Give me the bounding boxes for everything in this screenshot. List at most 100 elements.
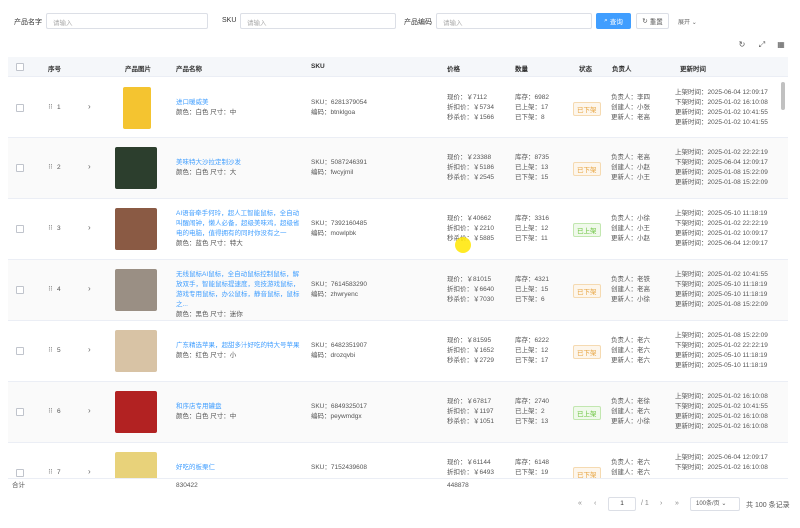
query-button[interactable]: ⌕ 查询 [596, 13, 631, 29]
row-checkbox[interactable] [16, 408, 24, 416]
product-name-input[interactable]: 请输入 [46, 13, 208, 29]
update-time: 更新时间：2025-05-10 11:18:19 [675, 291, 768, 298]
listed-count: 已下架：19 [515, 469, 549, 476]
row-checkbox[interactable] [16, 225, 24, 233]
product-image [123, 87, 151, 129]
product-name-link[interactable]: 和序店专用罐盘 [176, 402, 304, 412]
last-page-icon[interactable]: » [675, 500, 679, 507]
price-cell: 现价：￥7112 折扣价：￥5734 秒杀价：￥1566 [447, 93, 513, 123]
price-cell: 现价：￥61144 折扣价：￥6493 [447, 458, 513, 478]
creator: 创建人：小王 [611, 225, 650, 232]
table-row[interactable]: ⠿ 4 › 无线鼠标AI鼠标，全自动鼠标控制鼠标，解放双手，智能鼠标提速度，竞技游戏… [8, 260, 788, 321]
sku-label-prefix: SKU：6281379054 [311, 99, 368, 106]
product-name-link[interactable]: 好吃的板栗仁 [176, 463, 304, 473]
product-name-link[interactable]: 进口暖威美 [176, 98, 304, 108]
column-settings-icon[interactable]: ▦ [775, 40, 787, 49]
expand-label: 展开 [678, 20, 691, 26]
updater: 更新人：小王 [611, 174, 650, 181]
table-header: 序号 产品图片 产品名称 SKU 价格 数量 状态 负责人 更新时间 [8, 57, 788, 77]
quantity-cell: 库存：6222 已上架：12 已下架：17 [515, 336, 571, 366]
sku-cell: SKU：6849325017 编码：peywmdgx [311, 402, 439, 422]
sku-cell: SKU：7614583290 编码：zhwryenc [311, 280, 439, 300]
next-page-icon[interactable]: › [660, 500, 662, 507]
expand-row-icon[interactable]: › [88, 284, 91, 293]
expand-toggle[interactable]: 展开 ⌄ [678, 17, 697, 26]
table-scrollbar[interactable] [780, 78, 786, 478]
drag-handle-icon[interactable]: ⠿ [48, 285, 53, 293]
expand-row-icon[interactable]: › [88, 467, 91, 476]
refresh-icon[interactable]: ↻ [736, 40, 748, 49]
sku-input[interactable]: 请输入 [240, 13, 396, 29]
table-row[interactable]: ⠿ 5 › 广东精选苹果，超甜多汁好吃的特大号苹果 颜色：红色 尺寸：小 SKU：6… [8, 321, 788, 382]
owner-cell: 负责人：李四 创建人：小张 更新人：老高 [611, 93, 671, 123]
status-badge: 已下架 [573, 162, 601, 176]
drag-handle-icon[interactable]: ⠿ [48, 468, 53, 476]
product-name-label: 产品名字 [14, 19, 42, 26]
header-index: 序号 [48, 66, 61, 73]
row-checkbox[interactable] [16, 104, 24, 112]
product-image [115, 147, 157, 189]
update-time: 更新时间：2025-06-04 12:09:17 [675, 240, 768, 247]
select-all-checkbox[interactable] [16, 63, 24, 71]
listed-count: 已上架：12 [515, 347, 549, 354]
expand-row-icon[interactable]: › [88, 102, 91, 111]
product-name-link[interactable]: 美味特大沙拉定制沙发 [176, 158, 304, 168]
price-now: 现价：￥81595 [447, 337, 492, 344]
page-size-select[interactable]: 100条/页 ⌄ [690, 497, 740, 511]
sku-cell: SKU：7152439608 [311, 463, 439, 473]
creator: 创建人：老六 [611, 408, 650, 415]
drag-handle-icon[interactable]: ⠿ [48, 163, 53, 171]
creator: 创建人：小赵 [611, 164, 650, 171]
product-name-link[interactable]: 无线鼠标AI鼠标，全自动鼠标控制鼠标，解放双手，智能鼠标提速度，竞技游戏鼠标，游… [176, 270, 304, 310]
drag-handle-icon[interactable]: ⠿ [48, 103, 53, 111]
off-shelf-time: 下架时间：2025-05-10 11:18:19 [675, 281, 768, 288]
expand-row-icon[interactable]: › [88, 406, 91, 415]
updater: 更新人：老高 [611, 114, 650, 121]
product-name-cell: 进口暖威美 颜色：白色 尺寸：中 [176, 98, 304, 118]
search-icon: ⌕ [604, 17, 608, 24]
stock: 库存：6982 [515, 94, 549, 101]
drag-handle-icon[interactable]: ⠿ [48, 346, 53, 354]
owner: 负责人：老铁 [611, 276, 650, 283]
table-row[interactable]: ⠿ 6 › 和序店专用罐盘 颜色：白色 尺寸：中 SKU：6849325017 编码… [8, 382, 788, 443]
fullscreen-icon[interactable]: ⤢ [756, 40, 768, 50]
expand-row-icon[interactable]: › [88, 162, 91, 171]
stock: 库存：3316 [515, 215, 549, 222]
row-checkbox[interactable] [16, 469, 24, 477]
row-checkbox[interactable] [16, 164, 24, 172]
table-row[interactable]: ⠿ 1 › 进口暖威美 颜色：白色 尺寸：中 SKU：6281379054 编码：b… [8, 78, 788, 138]
drag-handle-icon[interactable]: ⠿ [48, 407, 53, 415]
creator: 创建人：小张 [611, 104, 650, 111]
owner-cell: 负责人：老六 创建人：老六 更新人：老六 [611, 336, 671, 366]
update-time: 更新时间：2025-01-02 16:10:08 [675, 413, 768, 420]
update-time: 更新时间：2025-01-02 16:10:08 [675, 423, 768, 430]
row-index: 2 [57, 164, 61, 171]
first-page-icon[interactable]: « [578, 500, 582, 507]
table-row[interactable]: ⠿ 3 › AI语音牵手何玲，超人工智能鼠标，全自动叫醒闹钟，懒人必备，超级美味鸡，… [8, 199, 788, 260]
off-shelf-time: 下架时间：2025-06-04 12:09:17 [675, 159, 768, 166]
update-time: 更新时间：2025-01-08 15:22:09 [675, 169, 768, 176]
product-code-input[interactable]: 请输入 [436, 13, 592, 29]
price-discount: 折扣价：￥2210 [447, 225, 494, 232]
product-image [115, 391, 157, 433]
drag-handle-icon[interactable]: ⠿ [48, 224, 53, 232]
price-cell: 现价：￥81595 折扣价：￥1652 秒杀价：￥2729 [447, 336, 513, 366]
header-quantity: 数量 [515, 66, 528, 73]
table-row[interactable]: ⠿ 2 › 美味特大沙拉定制沙发 颜色：白色 尺寸：大 SKU：5087246391… [8, 138, 788, 199]
row-checkbox[interactable] [16, 286, 24, 294]
reset-button[interactable]: ↻ 重置 [636, 13, 669, 29]
expand-row-icon[interactable]: › [88, 223, 91, 232]
page-input[interactable]: 1 [608, 497, 636, 511]
summary-price-total: 448878 [447, 482, 469, 489]
price-discount: 折扣价：￥5734 [447, 104, 494, 111]
product-code: 编码：fwcyjmil [311, 169, 354, 176]
prev-page-icon[interactable]: ‹ [594, 500, 596, 507]
product-spec: 颜色：白色 尺寸：中 [176, 109, 237, 116]
expand-row-icon[interactable]: › [88, 345, 91, 354]
product-name-link[interactable]: AI语音牵手何玲，超人工智能鼠标，全自动叫醒闹钟，懒人必备，超级美味鸡，超级省电… [176, 209, 304, 239]
owner: 负责人：老六 [611, 337, 650, 344]
shelf-time: 上架时间：2025-01-02 16:10:08 [675, 393, 768, 400]
scrollbar-thumb[interactable] [781, 82, 785, 110]
row-checkbox[interactable] [16, 347, 24, 355]
product-name-link[interactable]: 广东精选苹果，超甜多汁好吃的特大号苹果 [176, 341, 304, 351]
